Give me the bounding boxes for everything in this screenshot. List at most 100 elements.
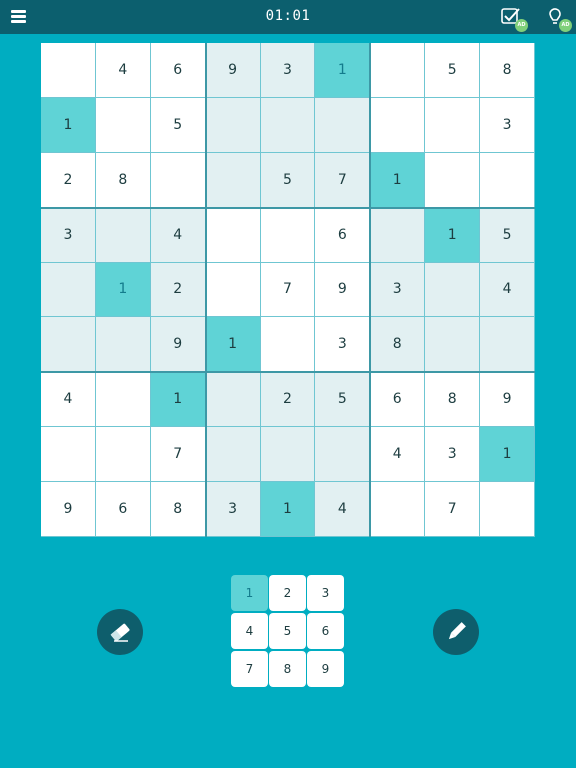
- sudoku-cell[interactable]: 1: [315, 43, 371, 98]
- sudoku-cell[interactable]: [425, 152, 481, 208]
- lightbulb-hint-icon[interactable]: AD: [544, 6, 572, 32]
- sudoku-cell[interactable]: [370, 97, 426, 153]
- sudoku-cell[interactable]: 6: [150, 43, 206, 98]
- keypad-key-4[interactable]: 4: [231, 613, 268, 649]
- ad-badge: AD: [559, 19, 572, 32]
- sudoku-cell[interactable]: [205, 262, 261, 318]
- pencil-icon[interactable]: [433, 609, 479, 655]
- sudoku-cell[interactable]: [370, 43, 426, 98]
- box-divider: [204, 43, 207, 537]
- sudoku-cell[interactable]: 4: [41, 372, 96, 428]
- sudoku-cell[interactable]: [205, 152, 261, 208]
- sudoku-cell[interactable]: 3: [205, 482, 261, 537]
- sudoku-cell[interactable]: [480, 317, 535, 373]
- sudoku-cell[interactable]: [150, 152, 206, 208]
- sudoku-cell[interactable]: [315, 427, 371, 483]
- sudoku-cell[interactable]: 6: [370, 372, 426, 428]
- sudoku-cell[interactable]: 7: [150, 427, 206, 483]
- sudoku-cell[interactable]: 8: [95, 152, 151, 208]
- box-divider: [369, 43, 372, 537]
- sudoku-cell[interactable]: 1: [205, 317, 261, 373]
- sudoku-cell[interactable]: 3: [41, 207, 96, 263]
- sudoku-cell[interactable]: [480, 482, 535, 537]
- box-divider: [41, 206, 535, 209]
- sudoku-cell[interactable]: 1: [150, 372, 206, 428]
- sudoku-cell[interactable]: [95, 427, 151, 483]
- sudoku-cell[interactable]: 8: [370, 317, 426, 373]
- sudoku-cell[interactable]: [95, 207, 151, 263]
- sudoku-cell[interactable]: 9: [480, 372, 535, 428]
- sudoku-cell[interactable]: [370, 207, 426, 263]
- sudoku-cell[interactable]: 3: [370, 262, 426, 318]
- keypad-key-7[interactable]: 7: [231, 651, 268, 687]
- sudoku-cell[interactable]: [425, 262, 481, 318]
- sudoku-cell[interactable]: 6: [95, 482, 151, 537]
- sudoku-cell[interactable]: 9: [315, 262, 371, 318]
- keypad-key-8[interactable]: 8: [269, 651, 306, 687]
- sudoku-cell[interactable]: 2: [150, 262, 206, 318]
- sudoku-board: 4693158153285713461512793491384125689743…: [41, 43, 535, 537]
- sudoku-cell[interactable]: [260, 97, 316, 153]
- sudoku-cell[interactable]: [370, 482, 426, 537]
- sudoku-cell[interactable]: [41, 317, 96, 373]
- sudoku-cell[interactable]: 3: [260, 43, 316, 98]
- sudoku-cell[interactable]: 5: [480, 207, 535, 263]
- sudoku-cell[interactable]: 9: [150, 317, 206, 373]
- sudoku-cell[interactable]: [205, 97, 261, 153]
- sudoku-cell[interactable]: 2: [41, 152, 96, 208]
- sudoku-cell[interactable]: 5: [315, 372, 371, 428]
- sudoku-cell[interactable]: 7: [315, 152, 371, 208]
- sudoku-cell[interactable]: [41, 262, 96, 318]
- sudoku-cell[interactable]: [260, 317, 316, 373]
- sudoku-cell[interactable]: 1: [41, 97, 96, 153]
- eraser-icon[interactable]: [97, 609, 143, 655]
- sudoku-cell[interactable]: [425, 97, 481, 153]
- sudoku-cell[interactable]: 6: [315, 207, 371, 263]
- sudoku-cell[interactable]: 3: [425, 427, 481, 483]
- sudoku-cell[interactable]: 4: [95, 43, 151, 98]
- sudoku-cell[interactable]: 5: [425, 43, 481, 98]
- sudoku-cell[interactable]: [205, 372, 261, 428]
- sudoku-cell[interactable]: 7: [260, 262, 316, 318]
- keypad-key-5[interactable]: 5: [269, 613, 306, 649]
- sudoku-cell[interactable]: 5: [260, 152, 316, 208]
- sudoku-cell[interactable]: 7: [425, 482, 481, 537]
- sudoku-cell[interactable]: 4: [150, 207, 206, 263]
- sudoku-cell[interactable]: 1: [370, 152, 426, 208]
- keypad-key-2[interactable]: 2: [269, 575, 306, 611]
- sudoku-cell[interactable]: [95, 372, 151, 428]
- sudoku-cell[interactable]: 1: [260, 482, 316, 537]
- sudoku-cell[interactable]: 9: [205, 43, 261, 98]
- sudoku-cell[interactable]: [41, 427, 96, 483]
- sudoku-cell[interactable]: 1: [480, 427, 535, 483]
- sudoku-cell[interactable]: [95, 97, 151, 153]
- sudoku-cell[interactable]: 3: [480, 97, 535, 153]
- sudoku-cell[interactable]: [260, 427, 316, 483]
- sudoku-cell[interactable]: [315, 97, 371, 153]
- sudoku-cell[interactable]: [425, 317, 481, 373]
- check-hint-icon[interactable]: AD: [500, 6, 528, 32]
- sudoku-cell[interactable]: [205, 207, 261, 263]
- sudoku-cell[interactable]: 3: [315, 317, 371, 373]
- sudoku-cell[interactable]: 8: [480, 43, 535, 98]
- keypad-key-3[interactable]: 3: [307, 575, 344, 611]
- sudoku-cell[interactable]: 1: [95, 262, 151, 318]
- sudoku-cell[interactable]: [41, 43, 96, 98]
- sudoku-cell[interactable]: [205, 427, 261, 483]
- sudoku-cell[interactable]: 9: [41, 482, 96, 537]
- sudoku-cell[interactable]: 8: [425, 372, 481, 428]
- sudoku-cell[interactable]: 1: [425, 207, 481, 263]
- sudoku-cell[interactable]: 2: [260, 372, 316, 428]
- box-divider: [41, 371, 535, 374]
- sudoku-cell[interactable]: 4: [370, 427, 426, 483]
- keypad-key-6[interactable]: 6: [307, 613, 344, 649]
- sudoku-cell[interactable]: [480, 152, 535, 208]
- sudoku-cell[interactable]: [260, 207, 316, 263]
- sudoku-cell[interactable]: [95, 317, 151, 373]
- keypad-key-1[interactable]: 1: [231, 575, 268, 611]
- keypad-key-9[interactable]: 9: [307, 651, 344, 687]
- sudoku-cell[interactable]: 4: [315, 482, 371, 537]
- sudoku-cell[interactable]: 8: [150, 482, 206, 537]
- sudoku-cell[interactable]: 5: [150, 97, 206, 153]
- sudoku-cell[interactable]: 4: [480, 262, 535, 318]
